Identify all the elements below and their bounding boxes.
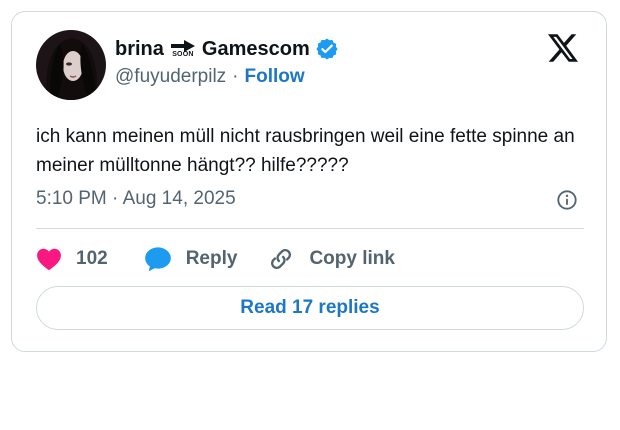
x-logo-icon[interactable] — [548, 34, 578, 62]
copy-link-button[interactable]: Copy link — [267, 245, 395, 273]
divider — [36, 228, 584, 229]
avatar[interactable] — [36, 30, 106, 100]
read-replies-button[interactable]: Read 17 replies — [36, 286, 584, 330]
tweet-card: brina SOON Gamescom @fuyuderpilz · Follo… — [11, 11, 607, 352]
author-handle[interactable]: @fuyuderpilz — [115, 66, 226, 88]
link-icon — [267, 245, 295, 273]
reply-button[interactable]: Reply — [144, 246, 238, 272]
reply-bubble-icon — [144, 246, 172, 272]
like-count: 102 — [76, 248, 108, 269]
author-name-part1[interactable]: brina — [115, 38, 164, 61]
like-button[interactable]: 102 — [36, 247, 108, 271]
handle-row: @fuyuderpilz · Follow — [115, 66, 305, 88]
action-bar: 102 Reply Copy link — [36, 244, 395, 274]
follow-button[interactable]: Follow — [245, 66, 305, 88]
separator-dot: · — [232, 66, 239, 87]
heart-icon — [36, 247, 62, 271]
tweet-text: ich kann meinen müll nicht rausbringen w… — [36, 126, 575, 176]
author-name-row[interactable]: brina SOON Gamescom — [115, 36, 338, 62]
author-name-part2[interactable]: Gamescom — [202, 38, 310, 61]
soon-arrow-icon: SOON — [170, 40, 196, 58]
soon-label: SOON — [172, 51, 194, 58]
verified-badge-icon — [316, 38, 338, 60]
reply-label: Reply — [185, 248, 238, 269]
copy-link-label: Copy link — [309, 248, 395, 269]
tweet-timestamp[interactable]: 5:10 PM · Aug 14, 2025 — [36, 188, 236, 210]
info-icon[interactable] — [556, 189, 580, 213]
